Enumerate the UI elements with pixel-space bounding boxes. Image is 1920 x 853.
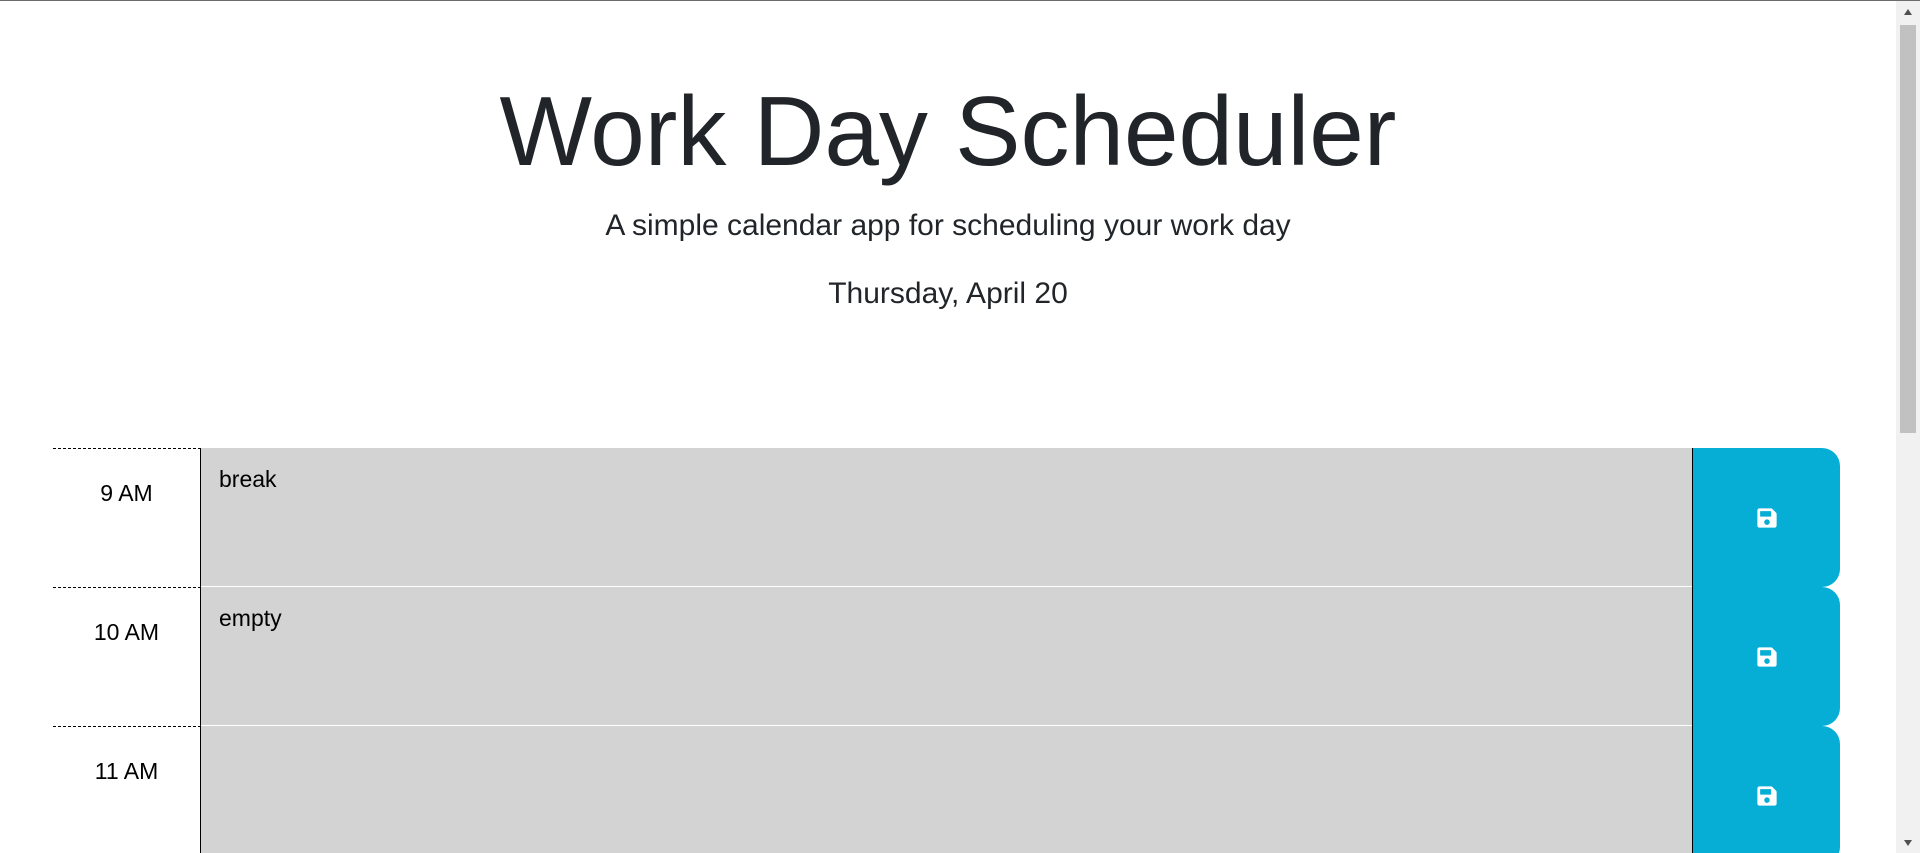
hour-label: 9 AM — [53, 448, 201, 587]
vertical-scrollbar[interactable] — [1896, 1, 1920, 853]
page-subtitle: A simple calendar app for scheduling you… — [605, 208, 1291, 242]
floppy-disk-icon — [1756, 507, 1777, 528]
floppy-disk-icon — [1756, 646, 1777, 667]
event-description-input[interactable] — [201, 726, 1692, 853]
time-block-10: 10 AM — [53, 587, 1840, 726]
page: Work Day Scheduler A simple calendar app… — [0, 1, 1896, 853]
browser-viewport: Work Day Scheduler A simple calendar app… — [0, 0, 1920, 853]
header: Work Day Scheduler A simple calendar app… — [0, 1, 1896, 316]
timeblock-container: 9 AM 10 AM 11 AM — [53, 448, 1840, 853]
save-button[interactable] — [1692, 587, 1840, 726]
save-button[interactable] — [1692, 726, 1840, 853]
page-title: Work Day Scheduler — [499, 76, 1397, 186]
scrollbar-thumb[interactable] — [1900, 25, 1916, 433]
save-button[interactable] — [1692, 448, 1840, 587]
hour-label: 11 AM — [53, 726, 201, 853]
hour-label: 10 AM — [53, 587, 201, 726]
scroll-up-icon[interactable] — [1896, 3, 1920, 21]
scroll-down-icon[interactable] — [1896, 834, 1920, 852]
time-block-9: 9 AM — [53, 448, 1840, 587]
current-day: Thursday, April 20 — [828, 276, 1068, 310]
floppy-disk-icon — [1756, 785, 1777, 806]
event-description-input[interactable] — [201, 448, 1692, 587]
event-description-input[interactable] — [201, 587, 1692, 726]
time-block-11: 11 AM — [53, 726, 1840, 853]
